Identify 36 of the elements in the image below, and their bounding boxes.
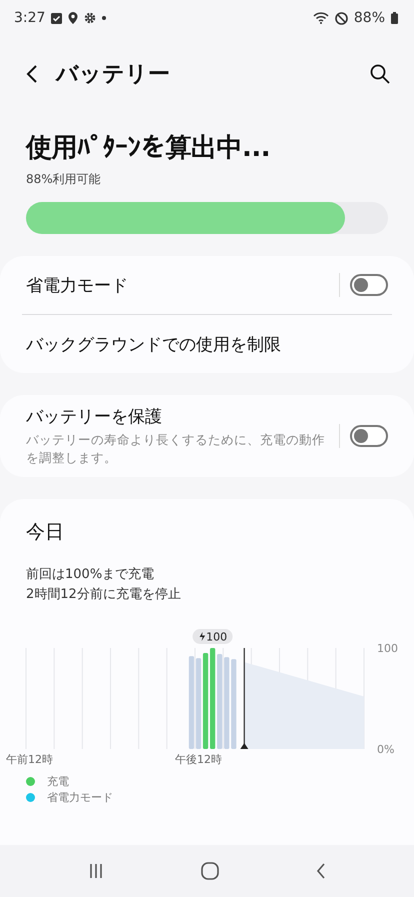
- toggle-switch[interactable]: [350, 425, 388, 448]
- back-icon: [26, 64, 38, 84]
- setting-row[interactable]: バックグラウンドでの使用を制限: [26, 315, 388, 373]
- battery-percent: 88%: [354, 10, 385, 26]
- toggle-switch[interactable]: [350, 274, 388, 296]
- location-icon: [68, 12, 78, 24]
- y-axis-label: 100: [377, 642, 398, 655]
- status-time: 3:27: [14, 10, 46, 26]
- status-heading: 使用ﾊﾟﾀｰﾝを算出中...: [26, 132, 272, 165]
- available-text: 88%利用可能: [26, 171, 102, 188]
- x-axis-label: 午後12時: [175, 752, 222, 766]
- checkbox-notification-icon: [51, 12, 62, 24]
- y-axis-label: 0%: [377, 742, 394, 756]
- x-axis-label: 午前12時: [6, 752, 54, 766]
- charge-badge: 100: [192, 628, 233, 644]
- setting-row[interactable]: バッテリーを保護 バッテリーの寿命より長くするために、充電の動作を調整します。: [26, 395, 388, 478]
- recent-apps-icon: [88, 863, 104, 879]
- page-title: バッテリー: [56, 61, 170, 89]
- charge-info-text: 2時間12分前に充電を停止: [26, 586, 182, 604]
- legend-label: 充電: [47, 774, 69, 790]
- setting-label: 省電力モード: [26, 274, 129, 296]
- setting-row[interactable]: 省電力モード: [26, 256, 388, 314]
- charge-info-text: 前回は100%まで充電: [26, 566, 156, 584]
- legend-label: 省電力モード: [47, 790, 113, 806]
- home-icon: [200, 862, 219, 880]
- setting-label: バックグラウンドでの使用を制限: [26, 334, 281, 356]
- section-title: 今日: [26, 520, 65, 546]
- setting-label: バッテリーを保護: [26, 406, 163, 428]
- battery-icon: [391, 12, 398, 24]
- settings-icon: [84, 12, 96, 24]
- search-icon: [370, 64, 390, 84]
- wifi-icon: [312, 12, 329, 24]
- blocked-icon: [334, 12, 348, 24]
- dot-icon: [102, 16, 106, 20]
- setting-description: バッテリーの寿命より長くするために、充電の動作を調整します。: [26, 431, 326, 468]
- back-icon: [316, 863, 326, 879]
